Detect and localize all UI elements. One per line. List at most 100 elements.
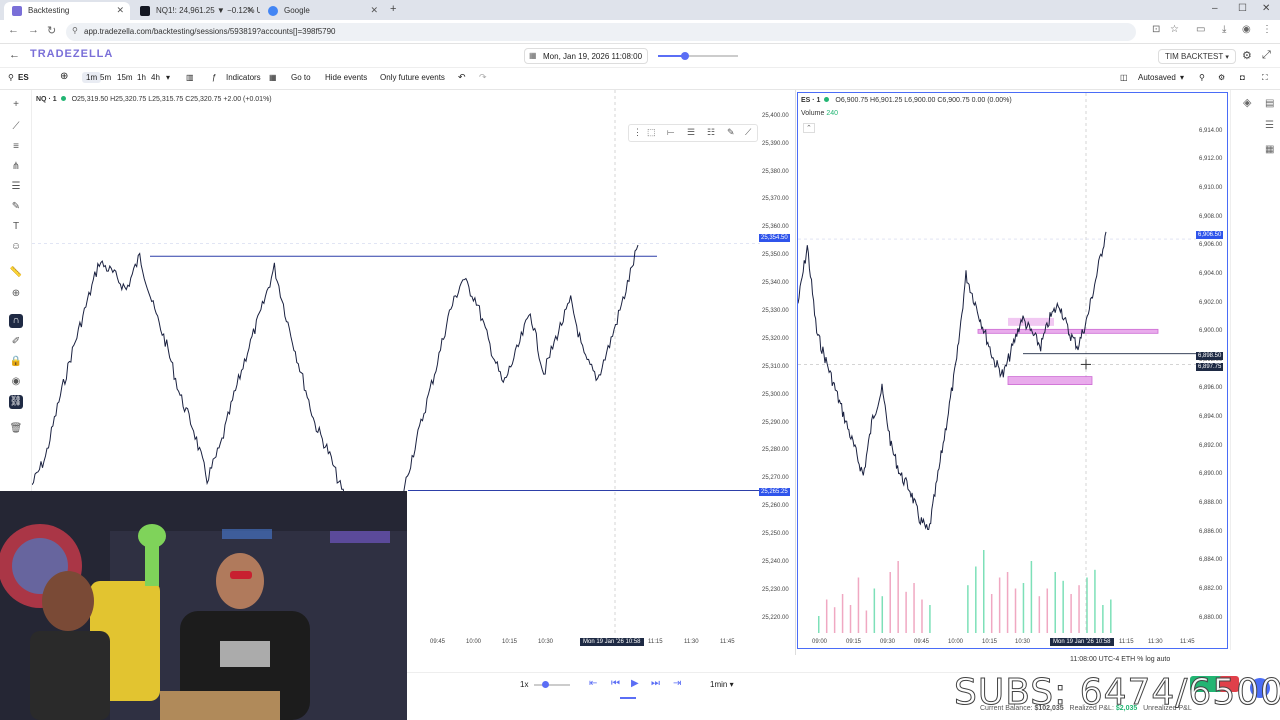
chevron-down-icon[interactable]: ▾: [166, 73, 170, 82]
speed-label[interactable]: 1x: [520, 680, 528, 689]
es-price-plot[interactable]: [798, 93, 1196, 633]
new-tab-button[interactable]: +: [390, 3, 396, 15]
zoom-icon[interactable]: ⊕: [9, 287, 23, 301]
hide-events-button[interactable]: Hide events: [325, 73, 367, 82]
symbol-search-icon[interactable]: ⚲: [8, 73, 14, 82]
tab-google[interactable]: Google ✕: [260, 2, 384, 20]
step-back-icon[interactable]: ⇤: [589, 678, 597, 689]
align-icon[interactable]: ☰: [687, 127, 695, 138]
interval-15m[interactable]: 15m: [117, 73, 133, 82]
install-icon[interactable]: ⊡: [1152, 24, 1160, 35]
goto-button[interactable]: Go to: [291, 73, 311, 82]
profile-icon[interactable]: ◉: [1242, 24, 1251, 35]
fullscreen-icon[interactable]: ⛶: [1262, 73, 1268, 83]
chart-type-icon[interactable]: ▥: [186, 73, 194, 82]
es-volume-bar: [1054, 572, 1056, 633]
link-icon[interactable]: ⛓: [9, 395, 23, 409]
eye-icon[interactable]: ◉: [9, 375, 23, 389]
chevron-down-icon[interactable]: ▾: [1180, 73, 1184, 82]
back-arrow-icon[interactable]: ←: [8, 24, 19, 36]
interval-5m[interactable]: 5m: [100, 73, 111, 82]
step-forward-icon[interactable]: ⇥: [673, 678, 681, 689]
future-events-button[interactable]: Only future events: [380, 73, 445, 82]
layout-split-icon[interactable]: ◫: [1120, 73, 1128, 82]
account-selector[interactable]: TIM BACKTEST ▾: [1158, 49, 1236, 64]
interval-1m[interactable]: 1m: [82, 72, 102, 83]
search-icon[interactable]: ⚲: [1199, 73, 1205, 82]
redo-icon[interactable]: ↷: [479, 72, 487, 83]
star-icon[interactable]: ☆: [1170, 24, 1179, 35]
back-arrow-icon[interactable]: ←: [9, 49, 20, 61]
es-volume-bar: [1086, 577, 1088, 633]
logo[interactable]: TRADEZELLA: [30, 48, 113, 60]
progress-marker: [620, 697, 636, 699]
replay-speed-slider[interactable]: [658, 52, 738, 60]
maximize-icon[interactable]: ☐: [1238, 3, 1247, 14]
lock-icon[interactable]: 🔒: [9, 355, 23, 369]
minimize-icon[interactable]: –: [1212, 3, 1218, 14]
url-field[interactable]: ⚲ app.tradezella.com/backtesting/session…: [66, 23, 1136, 41]
es-volume-bar: [998, 577, 1001, 633]
trash-icon[interactable]: 🗑: [9, 422, 23, 436]
emoji-icon[interactable]: ☺: [9, 240, 23, 254]
window-close-icon[interactable]: ✕: [1262, 3, 1270, 14]
layout-icon[interactable]: ▦: [269, 73, 277, 82]
close-icon[interactable]: ✕: [370, 5, 378, 16]
menu-dots-icon[interactable]: ⋮: [1262, 24, 1272, 35]
indicators-button[interactable]: Indicators: [226, 73, 261, 82]
close-icon[interactable]: ✕: [246, 5, 254, 16]
brush-icon[interactable]: ✎: [9, 200, 23, 214]
interval-selector[interactable]: 1min ▾: [710, 680, 734, 689]
speed-slider[interactable]: [534, 681, 570, 688]
close-icon[interactable]: ✕: [116, 5, 124, 16]
crosshair-icon[interactable]: +: [9, 98, 23, 112]
ruler-icon[interactable]: 📏: [9, 266, 23, 280]
indicators-icon[interactable]: ƒ: [212, 73, 216, 82]
es-chart[interactable]: ES · 1 O6,900.75 H6,901.25 L6,900.00 C6,…: [797, 92, 1228, 649]
align-icon-2[interactable]: ☷: [707, 127, 715, 138]
expand-icon[interactable]: ⤢: [1262, 49, 1271, 62]
tab-nq[interactable]: NQ1!: 24,961.25 ▼ −0.12% Un… ✕: [132, 2, 260, 20]
interval-4h[interactable]: 4h: [151, 73, 160, 82]
add-symbol-icon[interactable]: ⊕: [60, 71, 68, 82]
watchlist-icon[interactable]: ☰: [1265, 120, 1274, 131]
magnet-icon[interactable]: ∩: [9, 314, 23, 328]
cast-icon[interactable]: ▭: [1196, 24, 1205, 35]
fib-icon[interactable]: ☰: [9, 180, 23, 194]
chart-status-row[interactable]: 11:08:00 UTC-4 ETH % log auto: [1070, 656, 1170, 663]
interval-1h[interactable]: 1h: [137, 73, 146, 82]
layers-icon[interactable]: ◈: [1243, 96, 1251, 109]
download-icon[interactable]: ⤓: [1222, 24, 1226, 35]
brush-icon[interactable]: ✎: [727, 127, 735, 138]
line-icon[interactable]: ⟝: [667, 127, 674, 138]
pen-icon[interactable]: ⟋: [745, 127, 751, 138]
gear-icon[interactable]: ⚙: [1242, 49, 1252, 62]
slider-knob[interactable]: [542, 681, 549, 688]
slider-knob[interactable]: [681, 52, 689, 60]
calendar-icon[interactable]: ▦: [1265, 144, 1274, 155]
play-icon[interactable]: ▶: [631, 678, 639, 689]
address-bar: ← → ↻ ⚲ app.tradezella.com/backtesting/s…: [0, 20, 1280, 44]
drag-handle-icon[interactable]: ⋮: [633, 127, 642, 138]
chart-panel-icon[interactable]: ▤: [1265, 98, 1274, 109]
rect-icon[interactable]: ⬚: [647, 127, 656, 138]
undo-icon[interactable]: ↶: [458, 72, 466, 83]
forward-arrow-icon[interactable]: →: [28, 24, 39, 36]
prev-bar-icon[interactable]: ⏮: [611, 678, 620, 689]
pitchfork-icon[interactable]: ⋔: [9, 160, 23, 174]
reload-icon[interactable]: ↻: [47, 24, 56, 37]
camera-icon[interactable]: ◘: [1240, 73, 1245, 82]
next-bar-icon[interactable]: ⏭: [651, 678, 660, 689]
autosaved-status[interactable]: Autosaved: [1138, 73, 1176, 82]
replay-date-picker[interactable]: ▦ Mon, Jan 19, 2026 11:08:00: [524, 48, 648, 64]
trendline-icon[interactable]: ⟋: [9, 120, 23, 134]
hline-icon[interactable]: ≡: [9, 140, 23, 154]
es-volume-bar: [1094, 569, 1096, 633]
symbol-input[interactable]: ES: [18, 73, 29, 82]
tab-backtesting[interactable]: Backtesting ✕: [4, 2, 130, 20]
text-icon[interactable]: T: [9, 220, 23, 234]
tab-label: NQ1!: 24,961.25 ▼ −0.12% Un…: [156, 6, 260, 15]
site-info-icon[interactable]: ⚲: [72, 26, 78, 35]
pencil-lock-icon[interactable]: ✐: [9, 335, 23, 349]
settings-icon[interactable]: ⚙: [1218, 73, 1225, 82]
